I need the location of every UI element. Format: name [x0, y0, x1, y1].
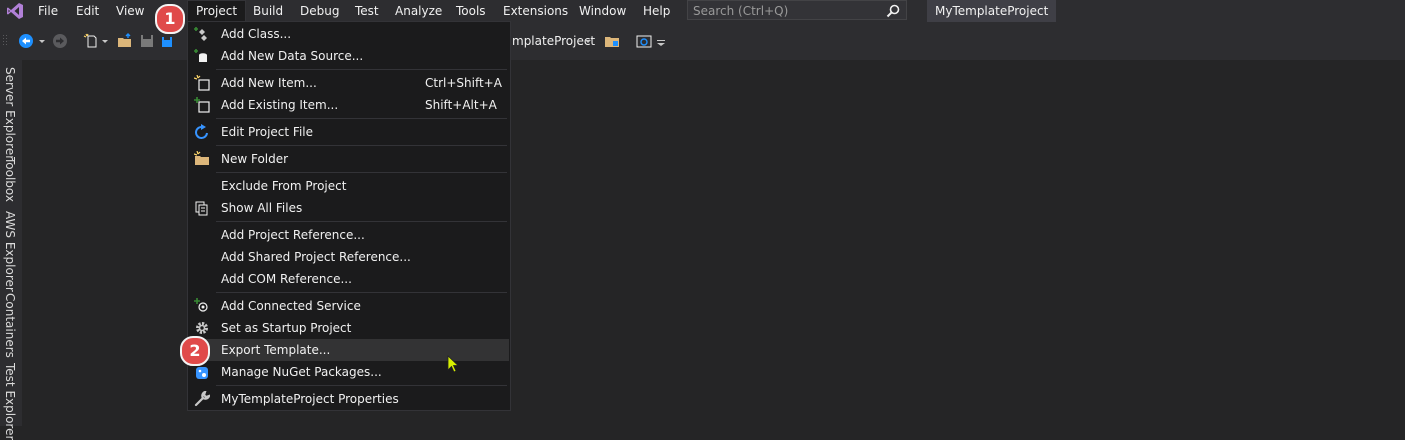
- forward-icon[interactable]: [52, 33, 68, 49]
- menu-bar: File Edit View Project Build Debug Test …: [0, 0, 1405, 22]
- menu-item-exclude-from-project[interactable]: Exclude From Project: [189, 175, 509, 197]
- menu-item-label: Add Project Reference...: [221, 228, 365, 242]
- menu-item-add-project-reference[interactable]: Add Project Reference...: [189, 224, 509, 246]
- menu-item-add-class[interactable]: Add Class...: [189, 23, 509, 45]
- menu-item-add-shared-project-reference[interactable]: Add Shared Project Reference...: [189, 246, 509, 268]
- side-panel-tabs: Server Explorer Toolbox AWS Explorer Con…: [0, 60, 22, 440]
- show-all-files-icon: [195, 201, 208, 216]
- menu-item-label: MyTemplateProject Properties: [221, 392, 399, 406]
- menu-separator: [216, 172, 507, 173]
- wrench-icon: [194, 391, 210, 407]
- menu-file[interactable]: File: [30, 0, 66, 22]
- tab-server-explorer[interactable]: Server Explorer: [3, 67, 17, 160]
- new-project-icon[interactable]: [83, 33, 99, 49]
- new-item-icon: [194, 75, 210, 91]
- search-input[interactable]: Search (Ctrl+Q): [687, 0, 907, 20]
- menu-item-label: Add COM Reference...: [221, 272, 352, 286]
- menu-item-add-data-source[interactable]: Add New Data Source...: [189, 45, 509, 67]
- mouse-pointer-icon: [447, 355, 460, 373]
- menu-item-manage-nuget-packages[interactable]: Manage NuGet Packages...: [189, 361, 509, 383]
- menu-item-shortcut: Shift+Alt+A: [425, 98, 497, 112]
- project-menu: Add Class... Add New Data Source... Add …: [187, 21, 511, 411]
- new-folder-icon: [194, 151, 209, 165]
- startup-dropdown-icon[interactable]: [584, 33, 592, 49]
- menu-item-label: Add New Data Source...: [221, 49, 364, 63]
- menu-edit[interactable]: Edit: [68, 0, 107, 22]
- gear-icon: [196, 322, 208, 334]
- menu-item-new-folder[interactable]: New Folder: [189, 148, 509, 170]
- save-icon[interactable]: [139, 33, 155, 49]
- startup-project-selector[interactable]: mplateProject: [512, 33, 595, 49]
- menu-item-set-as-startup-project[interactable]: Set as Startup Project: [189, 317, 509, 339]
- menu-extensions[interactable]: Extensions: [495, 0, 576, 22]
- menu-item-edit-project-file[interactable]: Edit Project File: [189, 121, 509, 143]
- back-dropdown-icon[interactable]: [38, 33, 46, 49]
- step-2-badge: 2: [180, 336, 210, 366]
- menu-item-project-properties[interactable]: MyTemplateProject Properties: [189, 388, 509, 410]
- menu-item-shortcut: Ctrl+Shift+A: [425, 76, 502, 90]
- menu-item-label: Add Connected Service: [221, 299, 361, 313]
- save-all-icon[interactable]: [160, 33, 176, 49]
- solution-title: MyTemplateProject: [927, 0, 1057, 22]
- visual-studio-logo-icon: [7, 3, 23, 19]
- menu-item-label: Add Existing Item...: [221, 98, 339, 112]
- menu-view[interactable]: View: [108, 0, 152, 22]
- tab-test-explorer[interactable]: Test Explorer: [3, 363, 17, 440]
- menu-item-label: Manage NuGet Packages...: [221, 365, 382, 379]
- menu-item-show-all-files[interactable]: Show All Files: [189, 197, 509, 219]
- menu-item-add-existing-item[interactable]: Add Existing Item... Shift+Alt+A: [189, 94, 509, 116]
- tab-aws-explorer[interactable]: AWS Explorer: [3, 211, 17, 292]
- menu-separator: [216, 145, 507, 146]
- menu-debug[interactable]: Debug: [292, 0, 347, 22]
- search-placeholder: Search (Ctrl+Q): [693, 4, 789, 18]
- menu-item-export-template[interactable]: Export Template...: [189, 339, 509, 361]
- menu-item-label: Set as Startup Project: [221, 321, 352, 335]
- menu-help[interactable]: Help: [635, 0, 678, 22]
- menu-build[interactable]: Build: [245, 0, 291, 22]
- tab-toolbox[interactable]: Toolbox: [3, 157, 17, 202]
- nuget-icon: [196, 367, 208, 379]
- menu-item-label: New Folder: [221, 152, 289, 166]
- new-dropdown-icon[interactable]: [101, 33, 109, 49]
- menu-item-add-new-item[interactable]: Add New Item... Ctrl+Shift+A: [189, 72, 509, 94]
- toolbar-grip-icon: [3, 35, 7, 45]
- step-1-badge: 1: [155, 4, 185, 34]
- menu-item-label: Edit Project File: [221, 125, 314, 139]
- menu-window[interactable]: Window: [571, 0, 634, 22]
- data-source-icon: [194, 49, 207, 62]
- menu-separator: [216, 385, 507, 386]
- menu-item-label: Exclude From Project: [221, 179, 347, 193]
- menu-separator: [216, 69, 507, 70]
- menu-project[interactable]: Project: [187, 0, 247, 22]
- menu-test[interactable]: Test: [347, 0, 387, 22]
- search-icon: [886, 4, 900, 18]
- menu-item-add-connected-service[interactable]: Add Connected Service: [189, 295, 509, 317]
- back-icon[interactable]: [18, 33, 34, 49]
- menu-item-label: Add Shared Project Reference...: [221, 250, 411, 264]
- menu-item-add-com-reference[interactable]: Add COM Reference...: [189, 268, 509, 290]
- menu-separator: [216, 221, 507, 222]
- toolbar-overflow-icon[interactable]: [656, 33, 666, 49]
- tab-containers[interactable]: Containers: [3, 293, 17, 358]
- existing-item-icon: [194, 97, 210, 113]
- menu-item-label: Add New Item...: [221, 76, 317, 90]
- edit-project-icon: [195, 124, 208, 139]
- menu-item-label: Export Template...: [221, 343, 331, 357]
- browser-link-icon[interactable]: [636, 33, 652, 49]
- menu-separator: [216, 118, 507, 119]
- folder-icon[interactable]: [604, 33, 620, 49]
- connected-service-icon: [194, 298, 208, 312]
- open-icon[interactable]: [117, 33, 133, 49]
- menu-item-label: Show All Files: [221, 201, 303, 215]
- menu-item-label: Add Class...: [221, 27, 292, 41]
- menu-tools[interactable]: Tools: [448, 0, 494, 22]
- add-class-icon: [194, 27, 207, 41]
- menu-separator: [216, 292, 507, 293]
- menu-analyze[interactable]: Analyze: [387, 0, 450, 22]
